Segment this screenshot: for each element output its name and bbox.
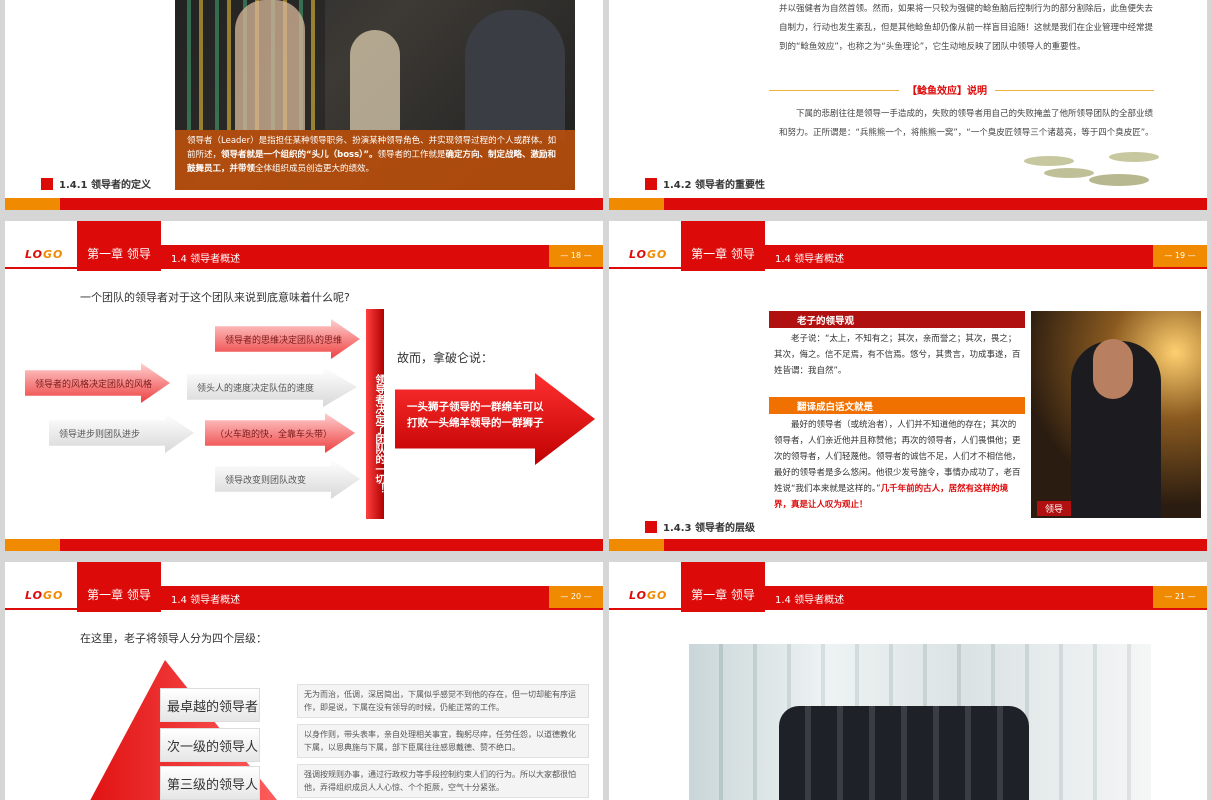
level-3-name: 第三级的领导人 (160, 766, 260, 800)
intro-text: 在这里，老子将领导人分为四个层级： (80, 632, 267, 645)
man-figure (465, 10, 565, 140)
section-title: 1.4 领导者概述 (775, 254, 845, 265)
page-number: — 18 — (549, 245, 603, 267)
presenter-figure (235, 0, 305, 130)
red-square-icon (41, 177, 53, 190)
level-3-desc: 强调按规则办事，通过行政权力等手段控制约束人们的行为。所以大家都很怕他，弄得组织… (297, 764, 589, 798)
face (1093, 339, 1133, 399)
arrow-1: 领导者的思维决定团队的思维 (215, 319, 360, 359)
therefore-text: 故而，拿破仑说： (397, 351, 494, 365)
slide-header: LOGO 第一章 领导 1.4 领导者概述 — 19 — (609, 221, 1207, 273)
section-title: 1.4 领导者概述 (171, 595, 241, 606)
logo: LOGO (25, 589, 64, 602)
vertical-bar-label: 领导者决定了团队的一切！ (373, 374, 384, 494)
bearded-man-photo: 领导 (1031, 311, 1201, 518)
slide-header: LOGO 第一章 领导 1.4 领导者概述 — 21 — (609, 562, 1207, 614)
question-text: 一个团队的领导者对于这个团队来说到底意味着什么呢? (80, 291, 350, 304)
vertical-bar: 领导者决定了团队的一切！ (366, 309, 384, 519)
group-of-men (779, 706, 1029, 800)
slide-20[interactable]: LOGO 第一章 领导 1.4 领导者概述 — 20 — 在这里，老子将领导人分… (5, 562, 603, 800)
subhead: 1.4.2 领导者的重要性 (645, 176, 765, 191)
subhead-label: 1.4.1 领导者的定义 (59, 180, 151, 191)
logo: LOGO (25, 248, 64, 261)
subhead-label: 1.4.2 领导者的重要性 (663, 180, 765, 191)
footer-bar (609, 539, 1207, 551)
paragraph-1: 并以强健者为自然首领。然而，如果将一只较为强健的鲶鱼脑后控制行为的部分割除后，此… (779, 4, 1154, 52)
box1-text: 老子说：“太上，不知有之；其次，亲而誉之；其次，畏之；其次，侮之。信不足焉，有不… (774, 334, 1021, 376)
box1-title: 老子的领导观 (769, 311, 1025, 328)
caption-text-3: 全体组织成员创造更大的绩效。 (255, 164, 375, 174)
level-2-desc: 以身作则，带头表率，亲自处理相关事宜，鞠躬尽瘁，任劳任怨，以道德教化下属，以恩典… (297, 724, 589, 758)
red-square-icon (645, 177, 657, 190)
logo: LOGO (629, 248, 668, 261)
footer-bar (5, 198, 603, 210)
subhead-label: 1.4.3 领导者的层级 (663, 523, 755, 534)
chapter-tab: 第一章 领导 (681, 221, 765, 271)
team-photo (689, 644, 1151, 800)
slide-leader-importance[interactable]: 并以强健者为自然首领。然而，如果将一只较为强健的鲶鱼脑后控制行为的部分割除后，此… (609, 0, 1207, 210)
paragraph-2: 下属的悲剧往往是领导一手造成的，失败的领导者用自己的失败掩盖了他所领导团队的全部… (779, 109, 1154, 138)
arrow-6: 领导改变则团队改变 (215, 459, 360, 499)
slide-header: LOGO 第一章 领导 1.4 领导者概述 — 18 — (5, 221, 603, 273)
photo-label: 领导 (1037, 501, 1072, 516)
section-title: 1.4 领导者概述 (171, 254, 241, 265)
fish-icon (1024, 156, 1074, 166)
level-1-desc: 无为而治，低调，深居简出，下属似乎感觉不到他的存在，但一切却能有序运作，即是说，… (297, 684, 589, 718)
slide-19[interactable]: LOGO 第一章 领导 1.4 领导者概述 — 19 — 老子的领导观 老子说：… (609, 221, 1207, 551)
page-number: — 20 — (549, 586, 603, 608)
caption-text-2: 领导者的工作就是 (377, 150, 446, 160)
footer-bar (5, 539, 603, 551)
slide-leader-definition[interactable]: 领导者（Leader）是指担任某种领导职务、扮演某种领导角色、并实现领导过程的个… (5, 0, 603, 210)
big-arrow-line-1: 一头狮子领导的一群绵羊可以 (407, 401, 544, 413)
subhead: 1.4.1 领导者的定义 (41, 176, 151, 191)
page-number: — 21 — (1153, 586, 1207, 608)
caption-bold-1: 领导者就是一个组织的“头儿（boss）”。 (221, 150, 378, 160)
fish-icon (1044, 168, 1094, 178)
footer-bar (609, 198, 1207, 210)
listener-figure (350, 30, 400, 130)
logo: LOGO (629, 589, 668, 602)
slide-18[interactable]: LOGO 第一章 领导 1.4 领导者概述 — 18 — 一个团队的领导者对于这… (5, 221, 603, 551)
slide-21[interactable]: LOGO 第一章 领导 1.4 领导者概述 — 21 — (609, 562, 1207, 800)
big-arrow-line-2: 打败一头绵羊领导的一群狮子 (407, 417, 544, 429)
arrow-5: （火车跑的快，全靠车头带） (205, 413, 355, 453)
slide-header: LOGO 第一章 领导 1.4 领导者概述 — 20 — (5, 562, 603, 614)
effect-title: 【鲶鱼效应】说明 (899, 82, 995, 97)
caption-overlay: 领导者（Leader）是指担任某种领导职务、扮演某种领导角色、并实现领导过程的个… (175, 130, 575, 190)
section-title: 1.4 领导者概述 (775, 595, 845, 606)
chapter-tab: 第一章 领导 (77, 221, 161, 271)
fish-illustration (1024, 152, 1159, 186)
box2-title: 翻译成白话文就是 (769, 397, 1025, 414)
fish-icon (1089, 174, 1149, 186)
arrow-2: 领导者的风格决定团队的风格 (25, 363, 170, 403)
level-1-name: 最卓越的领导者 (160, 688, 260, 722)
big-arrow: 一头狮子领导的一群绵羊可以 打败一头绵羊领导的一群狮子 (395, 373, 595, 465)
box2-body: 最好的领导者（或统治者），人们并不知道他的存在；其次的领导者，人们亲近他并且称赞… (774, 420, 1021, 494)
red-square-icon (645, 520, 657, 533)
chapter-tab: 第一章 领导 (681, 562, 765, 612)
page-number: — 19 — (1153, 245, 1207, 267)
arrow-4: 领导进步则团队进步 (49, 413, 194, 453)
fish-icon (1109, 152, 1159, 162)
level-2-name: 次一级的领导人 (160, 728, 260, 762)
arrow-3: 领头人的速度决定队伍的速度 (187, 367, 357, 407)
subhead: 1.4.3 领导者的层级 (645, 519, 755, 534)
meeting-photo: 领导者（Leader）是指担任某种领导职务、扮演某种领导角色、并实现领导过程的个… (175, 0, 575, 190)
box2-text: 最好的领导者（或统治者），人们并不知道他的存在；其次的领导者，人们亲近他并且称赞… (774, 417, 1022, 513)
chapter-tab: 第一章 领导 (77, 562, 161, 612)
